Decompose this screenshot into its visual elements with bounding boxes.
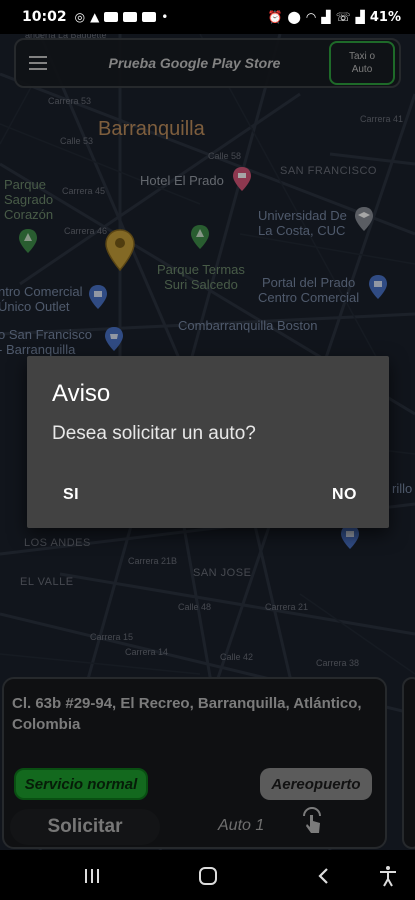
youtube-icon <box>104 12 119 22</box>
warning-icon: ▲ <box>90 10 100 24</box>
home-icon[interactable] <box>196 864 220 888</box>
dialog-title: Aviso <box>52 380 111 407</box>
battery-level: 41% <box>369 9 401 25</box>
dialog-si-button[interactable]: SI <box>63 486 79 504</box>
dialog-no-button[interactable]: NO <box>332 486 357 504</box>
youtube-icon <box>142 12 157 22</box>
whatsapp-icon: ◎ <box>74 10 86 24</box>
signal-icon: ▟ <box>321 10 331 24</box>
status-bar: 10:02 ◎ ▲ • ⏰ ⬤ ◠ ▟ ☏ ▟ 41% <box>0 0 415 34</box>
confirm-dialog: Aviso Desea solicitar un auto? SI NO <box>27 356 389 528</box>
system-icons: ⏰ ⬤ ◠ ▟ ☏ ▟ 41% <box>268 10 401 25</box>
back-icon[interactable] <box>312 864 336 888</box>
accessibility-icon[interactable] <box>376 864 400 888</box>
recents-icon[interactable] <box>80 864 104 888</box>
status-time: 10:02 <box>22 9 67 25</box>
notification-icons: ◎ ▲ • <box>75 10 169 24</box>
system-nav-bar <box>0 850 415 900</box>
location-icon: ⬤ <box>287 10 301 24</box>
dialog-message: Desea solicitar un auto? <box>52 423 256 444</box>
dot-icon: • <box>161 10 169 24</box>
wifi-icon: ◠ <box>305 10 317 24</box>
youtube-icon <box>123 12 138 22</box>
alarm-icon: ⏰ <box>267 10 283 24</box>
signal-icon: ▟ <box>355 10 365 24</box>
volte-icon: ☏ <box>335 10 351 24</box>
